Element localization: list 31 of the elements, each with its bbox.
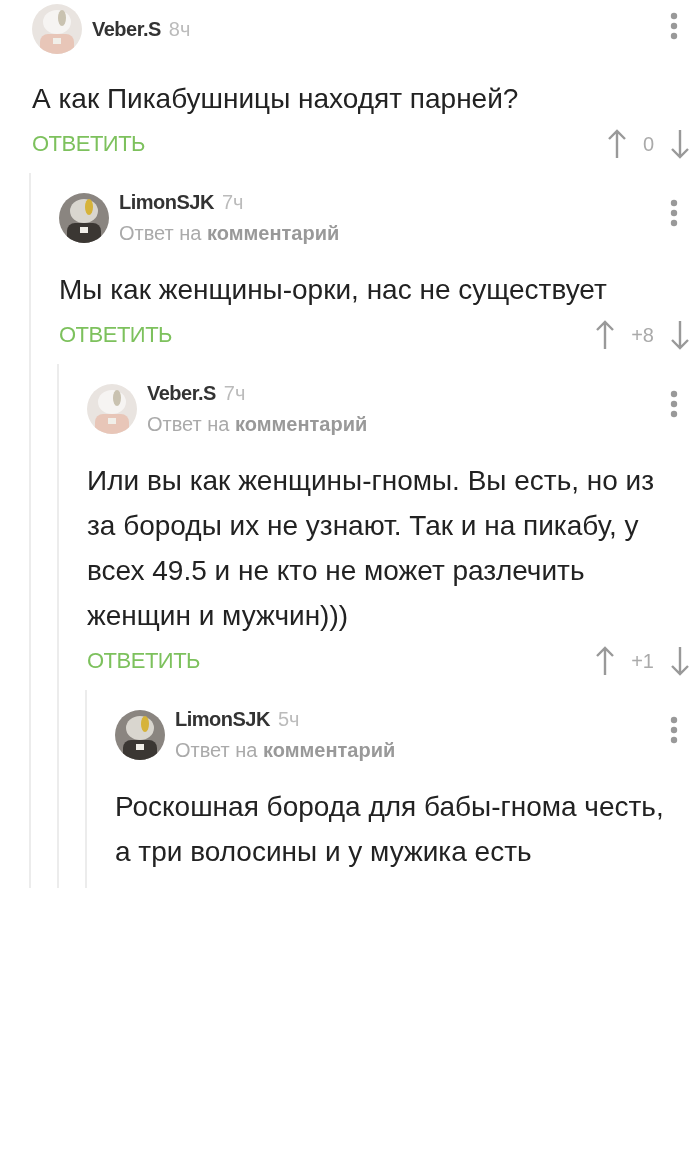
comment-text: А как Пикабушницы находят парней? xyxy=(32,82,520,116)
author-name[interactable]: Veber.S xyxy=(92,17,161,41)
more-icon[interactable] xyxy=(670,390,678,418)
score: +1 xyxy=(631,649,654,673)
score: 0 xyxy=(642,132,654,156)
downvote-icon[interactable] xyxy=(670,129,690,159)
reply-button[interactable]: ОТВЕТИТЬ xyxy=(87,648,201,674)
upvote-icon[interactable] xyxy=(595,320,616,350)
comment-text: Или вы как женщины-гномы. Вы есть, но из за бороды их не узнают. Так и на пикабу, у всех 49.5 и не кто не может разлечить женщин и мужчин))) xyxy=(87,464,656,633)
reply-to-link[interactable]: Ответ на комментарий xyxy=(175,739,660,762)
comment-text: Роскошная борода для бабы-гнома честь, а три волосины и у мужика есть xyxy=(115,790,665,869)
reply-to-link[interactable]: Ответ на комментарий xyxy=(147,413,660,436)
upvote-icon[interactable] xyxy=(606,129,627,159)
author-name[interactable]: LimonSJK xyxy=(175,708,270,731)
more-icon[interactable] xyxy=(670,716,678,744)
more-icon[interactable] xyxy=(670,12,678,40)
comment-time: 7ч xyxy=(223,382,246,405)
downvote-icon[interactable] xyxy=(670,646,690,676)
author-name[interactable]: LimonSJK xyxy=(119,191,214,214)
comment-time: 5ч xyxy=(277,708,300,731)
downvote-icon[interactable] xyxy=(670,320,690,350)
comment-time: 7ч xyxy=(221,191,244,214)
more-icon[interactable] xyxy=(670,199,678,227)
reply-button[interactable]: ОТВЕТИТЬ xyxy=(32,131,146,157)
score: +8 xyxy=(631,323,654,347)
comment-time: 8ч xyxy=(168,17,191,41)
comment-text: Мы как женщины-орки, нас не существует xyxy=(59,273,608,307)
reply-button[interactable]: ОТВЕТИТЬ xyxy=(59,322,173,348)
upvote-icon[interactable] xyxy=(595,646,616,676)
author-name[interactable]: Veber.S xyxy=(147,382,216,405)
reply-to-link[interactable]: Ответ на комментарий xyxy=(119,222,660,245)
